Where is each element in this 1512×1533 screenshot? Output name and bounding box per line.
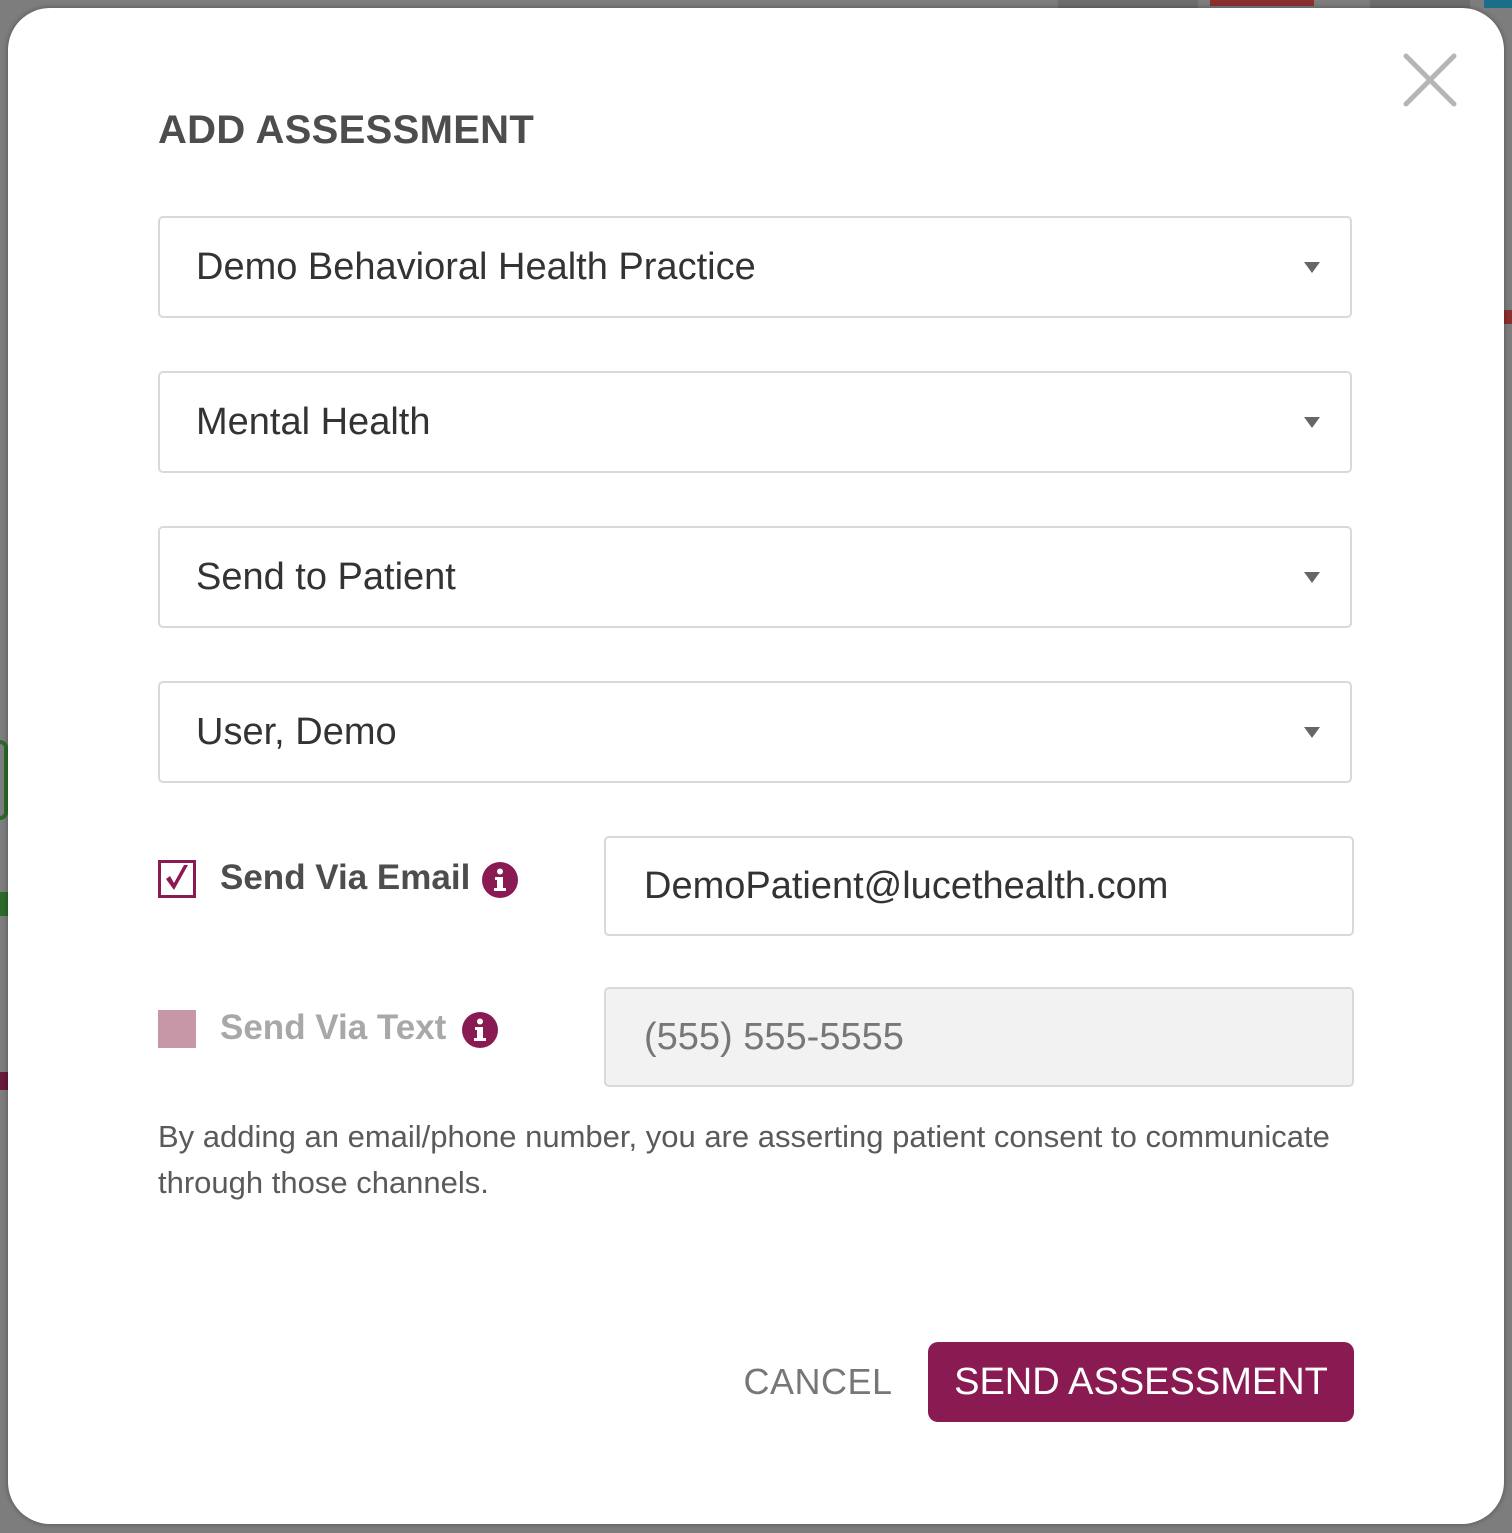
background-fragment (1504, 310, 1512, 324)
chevron-down-icon (1304, 727, 1320, 738)
send-assessment-button[interactable]: SEND ASSESSMENT (928, 1342, 1354, 1422)
send-via-text-label: Send Via Text (220, 1008, 447, 1047)
background-fragment (0, 892, 8, 916)
chevron-down-icon (1304, 262, 1320, 273)
background-fragment (1484, 0, 1512, 8)
add-assessment-modal: ADD ASSESSMENT Demo Behavioral Health Pr… (8, 8, 1504, 1524)
chevron-down-icon (1304, 417, 1320, 428)
recipient-select-value: Send to Patient (196, 556, 456, 598)
recipient-select[interactable]: Send to Patient (158, 526, 1352, 628)
email-info-icon[interactable] (482, 862, 518, 898)
practice-select[interactable]: Demo Behavioral Health Practice (158, 216, 1352, 318)
email-input[interactable] (604, 836, 1354, 936)
phone-input[interactable] (604, 987, 1354, 1087)
send-via-text-checkbox[interactable] (158, 1010, 196, 1048)
background-fragment (0, 1072, 8, 1090)
category-select-value: Mental Health (196, 401, 431, 443)
category-select[interactable]: Mental Health (158, 371, 1352, 473)
close-icon (1403, 53, 1457, 107)
cancel-button[interactable]: CANCEL (728, 1342, 908, 1422)
checkmark-icon (166, 865, 188, 890)
practice-select-value: Demo Behavioral Health Practice (196, 246, 756, 288)
consent-notice: By adding an email/phone number, you are… (158, 1119, 1330, 1200)
send-via-email-checkbox[interactable] (158, 860, 196, 898)
patient-select[interactable]: User, Demo (158, 681, 1352, 783)
info-icon (494, 868, 506, 891)
send-via-email-label: Send Via Email (220, 858, 471, 897)
patient-select-value: User, Demo (196, 711, 397, 753)
background-fragment (1210, 0, 1314, 6)
modal-title: ADD ASSESSMENT (158, 108, 535, 152)
text-info-icon[interactable] (462, 1012, 498, 1048)
background-fragment (0, 740, 8, 820)
chevron-down-icon (1304, 572, 1320, 583)
info-icon (474, 1018, 486, 1041)
close-button[interactable] (1400, 50, 1460, 110)
